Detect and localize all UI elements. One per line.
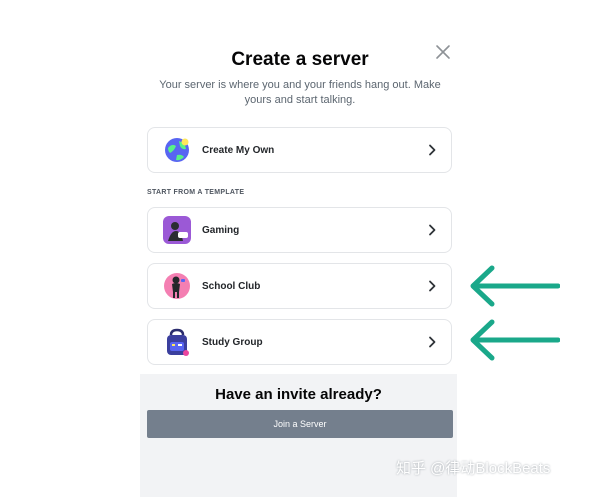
- invite-title: Have an invite already?: [215, 386, 382, 403]
- chevron-right-icon: [429, 336, 436, 348]
- globe-icon: [165, 138, 189, 162]
- study-group-icon: [167, 328, 189, 356]
- watermark-text: 知乎 @律动BlockBeats: [396, 460, 551, 477]
- gaming-icon: [163, 216, 191, 244]
- join-server-button[interactable]: Join a Server: [147, 410, 453, 438]
- template-school-club-option[interactable]: School Club: [147, 263, 452, 309]
- school-club-icon: [164, 273, 190, 299]
- template-study-group-label: Study Group: [202, 336, 263, 348]
- template-school-club-label: School Club: [202, 280, 261, 292]
- template-section-header: START FROM A TEMPLATE: [147, 189, 245, 196]
- modal-subtitle: Your server is where you and your friend…: [159, 79, 441, 106]
- invite-footer: Have an invite already? Join a Server: [140, 374, 457, 497]
- chevron-right-icon: [429, 224, 436, 236]
- template-study-group-option[interactable]: Study Group: [147, 319, 452, 365]
- create-my-own-label: Create My Own: [202, 144, 275, 156]
- template-gaming-label: Gaming: [202, 224, 240, 236]
- modal-title: Create a server: [231, 49, 369, 70]
- chevron-right-icon: [429, 144, 436, 156]
- annotation-arrow-icon: [470, 265, 560, 307]
- create-my-own-option[interactable]: Create My Own: [147, 127, 452, 173]
- chevron-right-icon: [429, 280, 436, 292]
- annotation-arrow-icon: [470, 319, 560, 361]
- template-gaming-option[interactable]: Gaming: [147, 207, 452, 253]
